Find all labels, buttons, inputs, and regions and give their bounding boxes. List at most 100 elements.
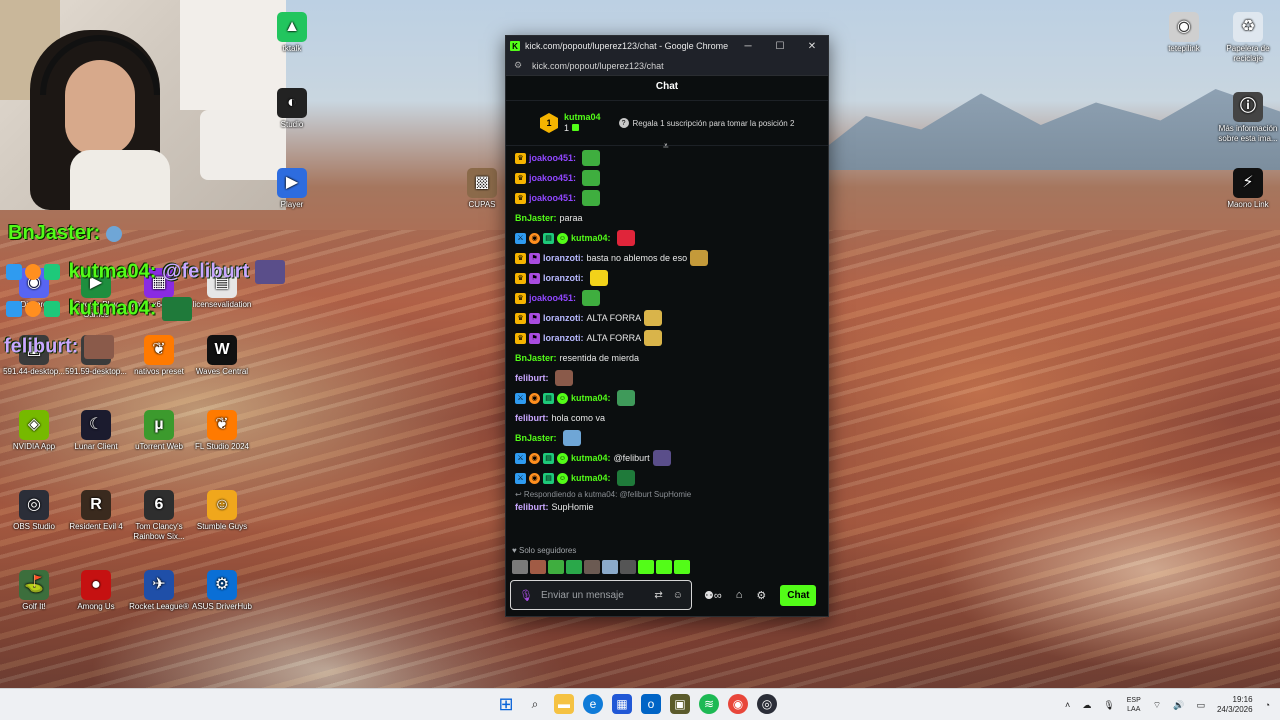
start-icon[interactable]: ⊞ (496, 694, 516, 714)
clock[interactable]: 19:16 24/3/2026 (1217, 695, 1253, 715)
desktop-shortcut[interactable]: ● Among Us (62, 570, 130, 612)
orange-badge-icon[interactable]: ◉ (529, 232, 540, 244)
chat-username[interactable]: feliburt: (515, 413, 549, 423)
desktop-shortcut[interactable]: ◈ NVIDIA App (0, 410, 68, 452)
chat-message[interactable]: BnJaster: paraa (515, 208, 828, 228)
crown-badge-icon[interactable]: ♛ (515, 332, 526, 344)
desktop-shortcut[interactable]: µ uTorrent Web (125, 410, 193, 452)
chat-message[interactable]: ⚔ ◉ ▤ ☺ kutma04: @feliburt (515, 448, 828, 468)
send-chat-button[interactable]: Chat (780, 584, 817, 606)
green-badge-icon[interactable]: ▤ (543, 452, 554, 464)
crown-badge-icon[interactable]: ♛ (515, 292, 526, 304)
chat-message[interactable]: feliburt: hola como va (515, 408, 828, 428)
blue-badge-icon[interactable]: ⚔ (515, 452, 526, 464)
chat-message[interactable]: ♛ joakoo451: (515, 188, 828, 208)
emote-icon[interactable] (562, 430, 581, 446)
blue-badge-icon[interactable]: ⚔ (515, 232, 526, 244)
desktop-shortcut[interactable]: ⚙ ASUS DriverHub (188, 570, 256, 612)
minimize-button[interactable]: ─ (732, 36, 764, 56)
sub-badge-icon[interactable]: ☺ (557, 472, 568, 484)
desktop-shortcut[interactable]: ◐ Studio (258, 88, 326, 130)
purple-badge-icon[interactable]: ⚑ (529, 332, 540, 344)
quick-emote[interactable] (566, 560, 582, 574)
chat-username[interactable]: joakoo451: (529, 193, 576, 203)
wifi-icon[interactable]: ⌔ (1153, 700, 1161, 711)
emote-icon[interactable] (582, 170, 601, 186)
desktop-shortcut[interactable]: ⓘ Más información sobre esta ima... (1214, 92, 1280, 144)
desktop-shortcut[interactable]: ❦ FL Studio 2024 (188, 410, 256, 452)
sub-badge-icon[interactable]: ☺ (557, 232, 568, 244)
chat-username[interactable]: loranzoti: (543, 273, 584, 283)
green-badge-icon[interactable]: ▤ (543, 472, 554, 484)
emote-icon[interactable] (582, 190, 601, 206)
desktop-shortcut[interactable]: ♻ Papelera de reciclaje (1214, 12, 1280, 64)
url-text[interactable]: kick.com/popout/luperez123/chat (532, 61, 664, 71)
chat-username[interactable]: kutma04: (571, 453, 611, 463)
maximize-button[interactable]: ☐ (764, 36, 796, 56)
green-badge-icon[interactable]: ▤ (543, 392, 554, 404)
desktop-shortcut[interactable]: R Resident Evil 4 (62, 490, 130, 532)
microphone-icon[interactable]: 🎙 (519, 589, 533, 602)
orange-badge-icon[interactable]: ◉ (529, 472, 540, 484)
desktop-shortcut[interactable]: ▲ tktalk (258, 12, 326, 54)
desktop-shortcut[interactable]: W Waves Central (188, 335, 256, 377)
kicks-icon[interactable]: ⚉∞ (704, 589, 722, 602)
desktop-shortcut[interactable]: ◎ OBS Studio (0, 490, 68, 532)
file-explorer-icon[interactable]: ▬ (554, 694, 574, 714)
chat-username[interactable]: BnJaster: (515, 353, 557, 363)
app-icon[interactable]: ▣ (670, 694, 690, 714)
microphone-tray-icon[interactable]: 🎙 (1103, 700, 1114, 711)
emote-icon[interactable] (616, 470, 635, 486)
quick-emote-bar[interactable] (512, 560, 690, 574)
chat-input-box[interactable]: 🎙 ⇄ ☺ (510, 580, 692, 610)
notification-icon[interactable]: ◔ (1265, 700, 1270, 710)
purple-badge-icon[interactable]: ⚑ (529, 272, 540, 284)
chat-username[interactable]: feliburt: (515, 373, 549, 383)
chat-username[interactable]: kutma04: (571, 473, 611, 483)
chat-username[interactable]: loranzoti: (543, 253, 584, 263)
reply-context[interactable]: ↩ Respondiendo a kutma04: @feliburt SupH… (515, 488, 828, 500)
chat-message[interactable]: ♛ ⚑ loranzoti: basta no ablemos de eso (515, 248, 828, 268)
chevron-up-icon[interactable]: ˄ (1065, 700, 1070, 710)
chat-message[interactable]: feliburt: SupHomie (515, 500, 828, 514)
quick-emote[interactable] (530, 560, 546, 574)
emote-icon[interactable] (616, 390, 635, 406)
emote-icon[interactable] (582, 290, 601, 306)
search-icon[interactable]: ⌕ (525, 694, 545, 714)
orange-badge-icon[interactable]: ◉ (529, 392, 540, 404)
translate-icon[interactable]: ⇄ (654, 590, 662, 601)
obs-taskbar-icon[interactable]: ◎ (757, 694, 777, 714)
chat-username[interactable]: joakoo451: (529, 293, 576, 303)
quick-emote[interactable] (584, 560, 600, 574)
onedrive-icon[interactable]: ☁ (1082, 700, 1091, 711)
quick-emote[interactable] (512, 560, 528, 574)
address-bar[interactable]: ⚙ kick.com/popout/luperez123/chat (506, 56, 828, 76)
window-titlebar[interactable]: K kick.com/popout/luperez123/chat - Goog… (506, 36, 828, 56)
close-button[interactable]: ✕ (796, 36, 828, 56)
chrome-icon[interactable]: ◉ (728, 694, 748, 714)
quick-emote[interactable] (674, 560, 690, 574)
quick-emote[interactable] (620, 560, 636, 574)
chat-username[interactable]: loranzoti: (543, 333, 584, 343)
emote-icon[interactable] (616, 230, 635, 246)
desktop-shortcut[interactable]: ☾ Lunar Client (62, 410, 130, 452)
volume-icon[interactable]: 🔊 (1173, 700, 1184, 711)
chat-message[interactable]: BnJaster: resentida de mierda (515, 348, 828, 368)
orange-badge-icon[interactable]: ◉ (529, 452, 540, 464)
emote-icon[interactable] (589, 270, 608, 286)
edge-icon[interactable]: e (583, 694, 603, 714)
crown-badge-icon[interactable]: ♛ (515, 312, 526, 324)
chat-message[interactable]: feliburt: (515, 368, 828, 388)
chat-message[interactable]: ♛ ⚑ loranzoti: ALTA FORRA (515, 308, 828, 328)
crown-badge-icon[interactable]: ♛ (515, 252, 526, 264)
desktop-shortcut[interactable]: ⚡ Maono Link (1214, 168, 1280, 210)
quick-emote[interactable] (602, 560, 618, 574)
sub-badge-icon[interactable]: ☺ (557, 452, 568, 464)
quick-emote[interactable] (548, 560, 564, 574)
chat-message[interactable]: ⚔ ◉ ▤ ☺ kutma04: (515, 388, 828, 408)
emote-icon[interactable] (644, 310, 663, 326)
chat-username[interactable]: BnJaster: (515, 433, 557, 443)
spotify-icon[interactable]: ≋ (699, 694, 719, 714)
quick-emote[interactable] (638, 560, 654, 574)
chat-username[interactable]: loranzoti: (543, 313, 584, 323)
